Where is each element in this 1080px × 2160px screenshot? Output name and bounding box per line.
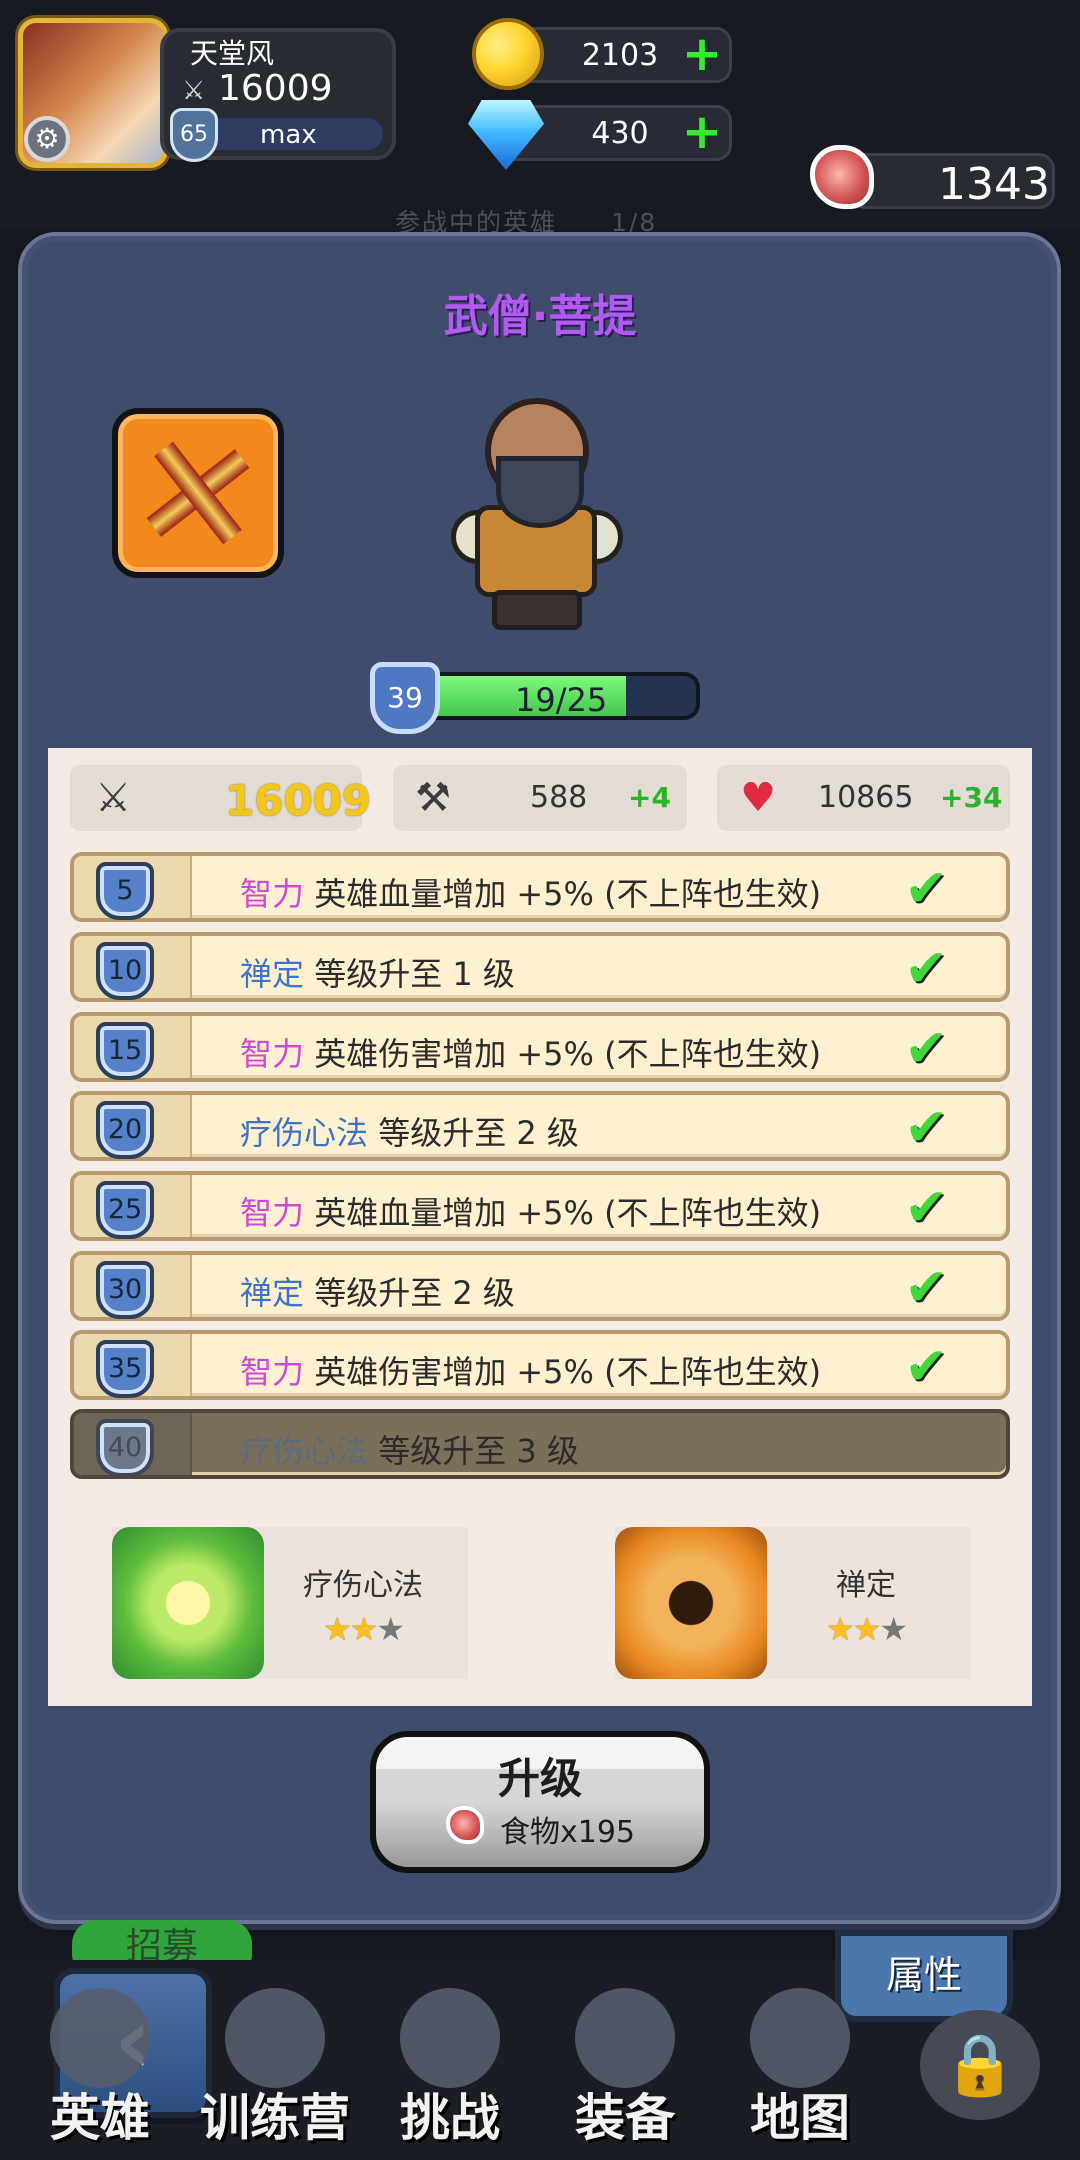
talent-level-badge: 40 xyxy=(96,1419,154,1477)
talent-attribute: 禅定 xyxy=(240,1274,305,1312)
sword-shield-icon xyxy=(400,1988,500,2088)
talent-attribute: 智力 xyxy=(240,1194,305,1232)
add-coins-button[interactable]: + xyxy=(680,30,724,78)
check-icon: ✔ xyxy=(904,1258,948,1318)
gem-value: 430 xyxy=(591,116,649,151)
nav-tab-training[interactable]: 训练营 xyxy=(190,1970,360,2150)
coin-value: 2103 xyxy=(581,38,659,73)
upgrade-cost: 食物x195 xyxy=(500,1815,636,1850)
heal-skill-icon xyxy=(112,1527,264,1679)
hero-name: 武僧·菩提 xyxy=(443,291,637,342)
talent-text: 智力 英雄血量增加 +5% (不上阵也生效) xyxy=(240,1188,821,1234)
player-level-badge: 65 xyxy=(170,108,218,162)
map-icon xyxy=(750,1988,850,2088)
player-power: 16009 xyxy=(218,68,333,109)
talent-description: 英雄伤害增加 +5% (不上阵也生效) xyxy=(314,1353,822,1391)
upgrade-food-icon xyxy=(446,1806,484,1844)
monk-legs xyxy=(492,590,582,630)
skill-stars-zen: ★★★ xyxy=(786,1610,946,1648)
talent-level-badge: 15 xyxy=(96,1022,154,1080)
player-level-max: max xyxy=(260,120,317,150)
check-icon: ✔ xyxy=(904,1019,948,1079)
talent-text: 禅定 等级升至 2 级 xyxy=(240,1268,515,1314)
talent-row: 10 禅定 等级升至 1 级 ✔ xyxy=(70,932,1010,1002)
power-icon: ⚔ xyxy=(182,76,206,106)
talent-row: 15 智力 英雄伤害增加 +5% (不上阵也生效) ✔ xyxy=(70,1012,1010,1082)
target-icon xyxy=(225,1988,325,2088)
talent-text: 智力 英雄血量增加 +5% (不上阵也生效) xyxy=(240,869,821,915)
player-name: 天堂风 xyxy=(190,37,275,70)
talent-row: 20 疗伤心法 等级升至 2 级 ✔ xyxy=(70,1091,1010,1161)
heart-icon: ♥ xyxy=(740,775,776,821)
talent-level-badge: 30 xyxy=(96,1261,154,1319)
talent-text: 疗伤心法 等级升至 2 级 xyxy=(240,1108,579,1154)
skill-name-heal: 疗伤心法 xyxy=(303,1568,423,1603)
gold-coin-icon xyxy=(472,18,544,90)
star-icon: ★ xyxy=(322,1610,352,1648)
talent-description: 英雄伤害增加 +5% (不上阵也生效) xyxy=(314,1035,822,1073)
attack-bonus: +4 xyxy=(628,781,671,814)
attack-icon: ⚒ xyxy=(415,775,451,821)
food-value: 1343 xyxy=(938,159,1050,210)
check-icon: ✔ xyxy=(904,939,948,999)
talent-level-badge: 20 xyxy=(96,1101,154,1159)
talent-row: 30 禅定 等级升至 2 级 ✔ xyxy=(70,1251,1010,1321)
hp-bonus: +34 xyxy=(940,781,1003,814)
sword-power-icon: ⚔ xyxy=(95,775,131,821)
talent-attribute: 智力 xyxy=(240,875,305,913)
talent-level-badge: 35 xyxy=(96,1340,154,1398)
nav-tab-map[interactable]: 地图 xyxy=(715,1970,885,2150)
armor-icon xyxy=(575,1988,675,2088)
hero-level-badge: 39 xyxy=(370,662,440,734)
nav-tab-challenge[interactable]: 挑战 xyxy=(365,1970,535,2150)
talent-attribute: 智力 xyxy=(240,1353,305,1391)
talent-row: 40 疗伤心法 等级升至 3 级 xyxy=(70,1409,1010,1479)
talent-text: 禅定 等级升至 1 级 xyxy=(240,949,515,995)
check-icon: ✔ xyxy=(904,1337,948,1397)
talent-row: 25 智力 英雄血量增加 +5% (不上阵也生效) ✔ xyxy=(70,1171,1010,1241)
talent-level-badge: 5 xyxy=(96,862,154,920)
zen-skill-icon xyxy=(615,1527,767,1679)
talent-attribute: 疗伤心法 xyxy=(240,1432,369,1470)
talent-attribute: 疗伤心法 xyxy=(240,1114,369,1152)
star-icon: ★ xyxy=(879,1610,908,1648)
upgrade-title: 升级 xyxy=(497,1754,582,1803)
add-gems-button[interactable]: + xyxy=(680,108,724,156)
talent-description: 等级升至 1 级 xyxy=(314,955,515,993)
monk-beard xyxy=(496,456,584,528)
talent-row: 35 智力 英雄伤害增加 +5% (不上阵也生效) ✔ xyxy=(70,1330,1010,1400)
lock-icon: 🔒 xyxy=(920,2010,1040,2120)
nav-tab-heroes[interactable]: 英雄 xyxy=(15,1970,185,2150)
check-icon: ✔ xyxy=(904,1178,948,1238)
talent-text: 智力 英雄伤害增加 +5% (不上阵也生效) xyxy=(240,1029,821,1075)
gear-icon[interactable]: ⚙ xyxy=(24,116,70,162)
talent-description: 英雄血量增加 +5% (不上阵也生效) xyxy=(314,1194,822,1232)
talent-text: 疗伤心法 等级升至 3 级 xyxy=(240,1426,579,1472)
talent-text: 智力 英雄伤害增加 +5% (不上阵也生效) xyxy=(240,1347,821,1393)
check-icon: ✔ xyxy=(904,859,948,919)
star-icon: ★ xyxy=(376,1610,405,1648)
star-icon: ★ xyxy=(349,1610,379,1648)
talent-attribute: 智力 xyxy=(240,1035,305,1073)
hp-value: 10865 xyxy=(818,780,914,815)
talent-level-badge: 25 xyxy=(96,1181,154,1239)
hero-power-value: 16009 xyxy=(225,776,372,825)
talent-level-badge: 10 xyxy=(96,942,154,1000)
talent-row: 5 智力 英雄血量增加 +5% (不上阵也生效) ✔ xyxy=(70,852,1010,922)
talent-attribute: 禅定 xyxy=(240,955,305,993)
star-icon: ★ xyxy=(825,1610,855,1648)
nav-tab-equipment[interactable]: 装备 xyxy=(540,1970,710,2150)
attack-value: 588 xyxy=(530,780,588,815)
skill-stars-heal: ★★★ xyxy=(283,1610,443,1648)
talent-description: 等级升至 3 级 xyxy=(378,1432,579,1470)
talent-description: 等级升至 2 级 xyxy=(314,1274,515,1312)
hero-xp-text: 19/25 xyxy=(515,681,608,719)
talent-description: 等级升至 2 级 xyxy=(378,1114,579,1152)
skill-name-zen: 禅定 xyxy=(836,1568,896,1603)
hero-tab-icon xyxy=(50,1988,150,2088)
check-icon: ✔ xyxy=(904,1098,948,1158)
star-icon: ★ xyxy=(852,1610,882,1648)
talent-description: 英雄血量增加 +5% (不上阵也生效) xyxy=(314,875,822,913)
